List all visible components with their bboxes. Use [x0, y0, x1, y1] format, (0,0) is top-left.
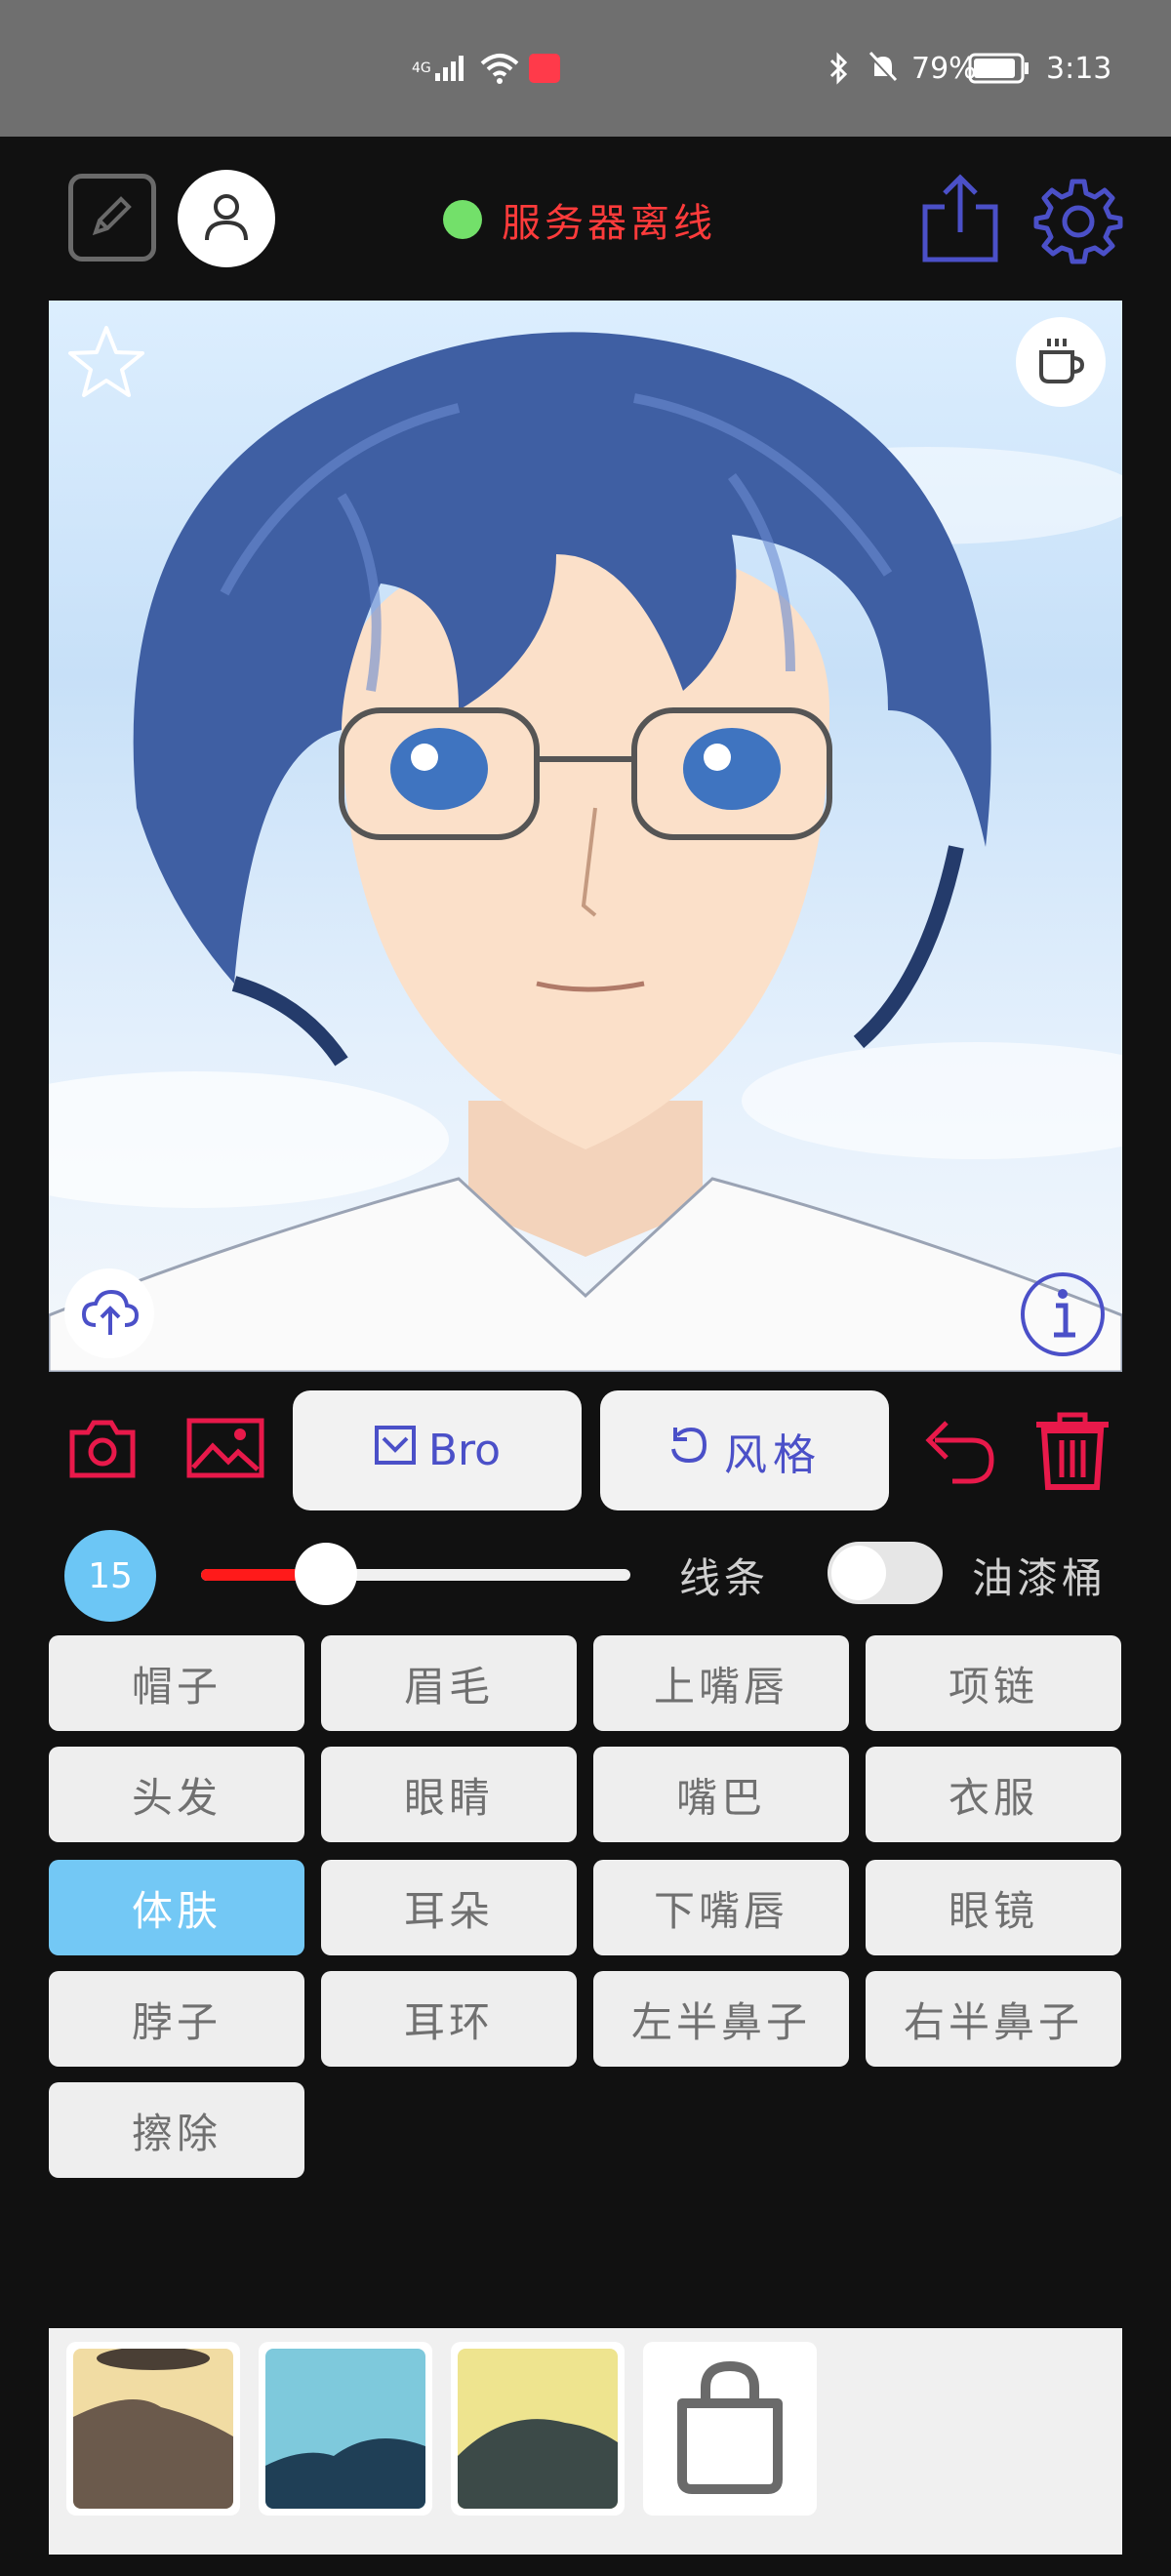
part-button[interactable]: 嘴巴 — [593, 1747, 849, 1842]
part-button[interactable]: 头发 — [49, 1747, 304, 1842]
user-icon — [199, 189, 254, 248]
status-dot — [443, 200, 482, 239]
bro-label: Bro — [427, 1426, 502, 1475]
wifi-icon — [478, 0, 521, 137]
book-app-icon — [529, 0, 560, 137]
refresh-icon — [667, 1424, 710, 1477]
coffee-button[interactable] — [1016, 317, 1106, 407]
settings-button[interactable] — [1032, 176, 1124, 267]
part-button[interactable]: 上嘴唇 — [593, 1635, 849, 1731]
trash-icon — [1030, 1412, 1114, 1497]
server-status: 服务器离线 — [443, 195, 716, 246]
star-icon — [66, 326, 146, 406]
brush-size-badge: 15 — [64, 1530, 156, 1622]
profile-button[interactable] — [178, 170, 275, 267]
signal-icon: 4G — [412, 0, 466, 137]
favorite-button[interactable] — [66, 322, 146, 402]
cloud-upload-icon — [80, 1284, 140, 1343]
time-text: 3:13 — [1046, 51, 1112, 86]
image-icon — [185, 1418, 265, 1483]
part-button[interactable]: 擦除 — [49, 2082, 304, 2178]
server-status-text: 服务器离线 — [502, 201, 716, 246]
bucket-toggle[interactable] — [828, 1542, 943, 1604]
bluetooth-icon — [828, 0, 851, 137]
battery-text: 79% — [911, 51, 977, 86]
edit-button[interactable] — [68, 174, 156, 262]
camera-button[interactable] — [66, 1415, 139, 1483]
part-button[interactable]: 项链 — [866, 1635, 1121, 1731]
part-button[interactable]: 耳环 — [321, 1971, 577, 2067]
battery-percent: 79% — [911, 0, 977, 137]
part-button[interactable]: 衣服 — [866, 1747, 1121, 1842]
shop-button[interactable] — [643, 2342, 817, 2516]
shopping-bag-icon — [666, 2358, 793, 2499]
palette-thumb-1[interactable] — [66, 2342, 240, 2516]
undo-button[interactable] — [913, 1411, 997, 1489]
toggle-knob — [831, 1546, 886, 1600]
part-button[interactable]: 帽子 — [49, 1635, 304, 1731]
status-bar: 4G 79% 3:13 — [0, 0, 1171, 137]
line-mode-label: 线条 — [679, 1554, 770, 1602]
style-label: 风格 — [724, 1429, 822, 1480]
palette-preview-1 — [73, 2349, 233, 2509]
info-button[interactable] — [1019, 1270, 1107, 1358]
gallery-button[interactable] — [185, 1417, 265, 1479]
part-button[interactable]: 眼睛 — [321, 1747, 577, 1842]
share-button[interactable] — [919, 172, 1001, 265]
part-button[interactable]: 耳朵 — [321, 1860, 577, 1955]
share-icon — [919, 174, 1001, 269]
gear-icon — [1032, 179, 1124, 271]
part-button[interactable]: 右半鼻子 — [866, 1971, 1121, 2067]
part-button[interactable]: 眼镜 — [866, 1860, 1121, 1955]
cloud-upload-button[interactable] — [64, 1268, 154, 1358]
undo-icon — [913, 1421, 997, 1493]
brush-slider-thumb[interactable] — [295, 1543, 357, 1605]
network-type: 4G — [412, 60, 431, 76]
bro-button[interactable]: Bro — [293, 1390, 582, 1510]
palette-preview-2 — [265, 2349, 425, 2509]
part-button[interactable]: 眉毛 — [321, 1635, 577, 1731]
edit-icon — [86, 189, 139, 246]
battery-icon — [968, 0, 1030, 137]
coffee-icon — [1033, 333, 1088, 391]
palette-preview-3 — [458, 2349, 618, 2509]
delete-button[interactable] — [1030, 1409, 1114, 1493]
mail-icon — [374, 1425, 417, 1476]
palette-thumb-2[interactable] — [259, 2342, 432, 2516]
mute-icon — [867, 0, 900, 137]
part-button[interactable]: 体肤 — [49, 1860, 304, 1955]
part-button[interactable]: 脖子 — [49, 1971, 304, 2067]
part-button[interactable]: 下嘴唇 — [593, 1860, 849, 1955]
bucket-mode-label: 油漆桶 — [972, 1554, 1108, 1602]
clock: 3:13 — [1046, 0, 1111, 137]
drawing-canvas[interactable] — [49, 301, 1122, 1372]
part-button[interactable]: 左半鼻子 — [593, 1971, 849, 2067]
info-icon — [1019, 1272, 1107, 1362]
camera-icon — [66, 1420, 139, 1487]
portrait-illustration — [49, 332, 1122, 1372]
style-button[interactable]: 风格 — [600, 1390, 889, 1510]
palette-thumb-3[interactable] — [451, 2342, 625, 2516]
